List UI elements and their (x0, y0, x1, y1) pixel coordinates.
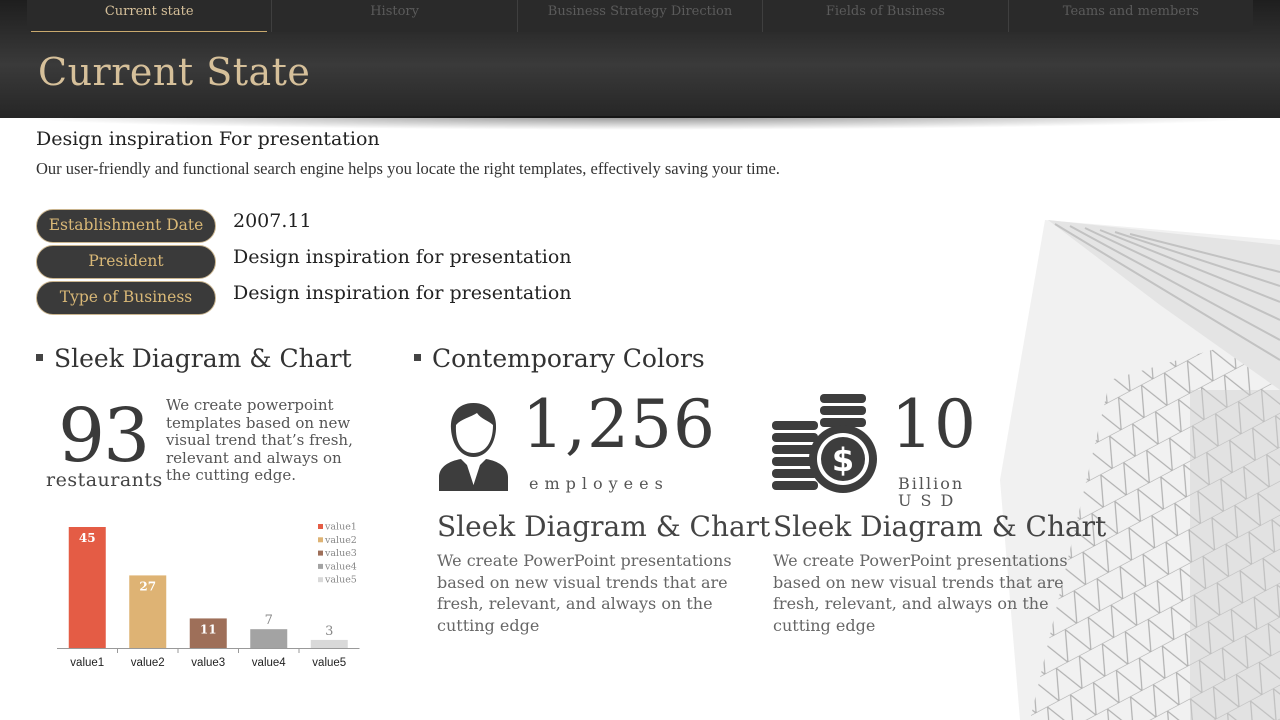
svg-text:$: $ (832, 441, 854, 479)
left-section-heading-text: Sleek Diagram & Chart (54, 344, 352, 373)
top-nav: Current state History Business Strategy … (27, 0, 1253, 32)
stat-card-text: We create PowerPoint presentations based… (437, 551, 732, 635)
bar-chart: 45 value1 27 value2 11 value3 7 value4 3 value5 va… (57, 522, 360, 669)
chart-tick-label: value3 (191, 657, 225, 669)
right-section-heading: Contemporary Colors (414, 344, 705, 373)
chart-tick-label: value2 (131, 657, 165, 669)
chart-legend-swatch (318, 563, 323, 569)
info-label-pill: Establishment Date (36, 209, 216, 243)
stat-card-title: Sleek Diagram & Chart (773, 510, 1107, 543)
restaurants-label: restaurants (46, 469, 163, 491)
tab-business-strategy-direction[interactable]: Business Strategy Direction (516, 0, 762, 32)
tab-current-state[interactable]: Current state (27, 0, 271, 32)
employees-count: 1,256 (522, 386, 716, 463)
info-value: Design inspiration for presentation (233, 282, 572, 304)
square-bullet-icon (36, 354, 43, 361)
person-icon (439, 403, 508, 491)
chart-data-label: 11 (200, 622, 217, 636)
intro-subtitle: Design inspiration For presentation (36, 128, 380, 150)
chart-legend-swatch (318, 550, 323, 556)
chart-data-label: 3 (325, 624, 333, 639)
tab-teams-and-members[interactable]: Teams and members (1007, 0, 1253, 32)
tab-history[interactable]: History (271, 0, 516, 32)
chart-legend-label: value4 (324, 561, 357, 572)
chart-data-label: 45 (79, 531, 96, 545)
chart-tick-label: value1 (70, 657, 104, 669)
chart-legend-swatch (318, 524, 323, 529)
restaurants-count: 93 (58, 393, 150, 479)
chart-bar (310, 639, 348, 648)
usd-label: USD (898, 491, 963, 510)
square-bullet-icon (414, 354, 421, 361)
chart-tick-label: value5 (312, 657, 346, 669)
tab-fields-of-business[interactable]: Fields of Business (762, 0, 1007, 32)
chart-bar (250, 629, 288, 648)
page-title: Current State (38, 50, 311, 94)
info-value: Design inspiration for presentation (233, 246, 572, 268)
chart-data-label: 7 (265, 613, 273, 628)
header-band: Current state History Business Strategy … (0, 0, 1280, 118)
stat-card-title: Sleek Diagram & Chart (437, 510, 771, 543)
coins-dollar-icon: $ (772, 394, 877, 493)
intro-description: Our user-friendly and functional search … (36, 159, 780, 178)
info-value: 2007.11 (233, 210, 312, 232)
chart-bar (68, 527, 106, 648)
chart-legend-label: value1 (324, 522, 357, 533)
chart-legend-swatch (318, 537, 323, 543)
info-label-pill: Type of Business (36, 281, 216, 315)
chart-tick-label: value4 (252, 657, 286, 669)
chart-legend-label: value2 (324, 535, 357, 546)
stat-card-text: We create PowerPoint presentations based… (773, 551, 1068, 635)
left-section-paragraph: We create powerpoint templates based on … (166, 396, 353, 484)
info-label-pill: President (36, 245, 216, 279)
right-section-heading-text: Contemporary Colors (432, 344, 705, 373)
chart-legend-swatch (318, 577, 323, 583)
billion-count: 10 (891, 386, 977, 463)
employees-label: employees (529, 474, 669, 493)
chart-data-label: 27 (139, 579, 156, 593)
chart-legend-label: value5 (324, 575, 357, 586)
building-background-image (1000, 220, 1280, 720)
left-section-heading: Sleek Diagram & Chart (36, 344, 352, 373)
chart-legend-label: value3 (324, 548, 357, 559)
